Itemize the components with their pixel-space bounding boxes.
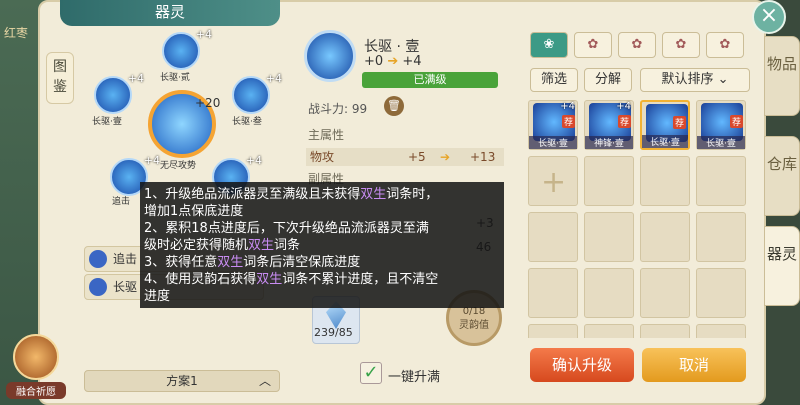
empty-slot [640, 156, 690, 206]
tab-storage[interactable]: 仓库 [764, 136, 800, 216]
tab-items[interactable]: 物品 [764, 36, 800, 116]
empty-slot [696, 324, 746, 338]
tab-codex[interactable]: 图鉴 [46, 52, 74, 104]
empty-slot [696, 156, 746, 206]
filter-tab-all[interactable]: ❀ [530, 32, 568, 58]
fusion-wish-button[interactable]: 融合祈愿 [6, 334, 66, 400]
auto-upgrade-label: 一键升满 [388, 370, 441, 385]
filter-tab-2[interactable]: ✿ [618, 32, 656, 58]
main-attr-row: 物攻 +5 ➔ +13 [306, 148, 504, 166]
spirit-node-label: 长驱·壹 [92, 117, 122, 127]
tab-spirit[interactable]: 器灵 [764, 226, 800, 306]
spirit-grid: +4 荐长驱·壹 +4 荐神锋·壹 荐长驱·壹 荐长驱·壹 + [528, 100, 750, 338]
empty-slot [528, 268, 578, 318]
spirit-node-1[interactable]: +4 [94, 72, 144, 114]
max-level-badge: 已满级 [362, 72, 498, 88]
plan-selector[interactable]: 方案1 ︿ [84, 370, 280, 392]
cancel-button[interactable]: 取消 [642, 348, 746, 382]
arrow-right-icon: ➔ [387, 54, 403, 69]
fusion-icon [13, 334, 59, 380]
empty-slot [696, 268, 746, 318]
auto-upgrade-checkbox[interactable]: ✓ [360, 362, 382, 384]
quality-filter-tabs: ❀ ✿ ✿ ✿ ✿ [530, 32, 750, 58]
sort-dropdown[interactable]: 默认排序 ⌄ [640, 68, 750, 92]
spirit-name: 长驱 · 壹 [364, 39, 420, 55]
arrow-right-icon: ➔ [440, 150, 451, 164]
plus-icon: + [541, 165, 567, 200]
empty-slot [640, 324, 690, 338]
empty-slot [584, 324, 634, 338]
close-button[interactable]: × [752, 0, 786, 34]
background-label: 红枣 [4, 26, 29, 40]
chevron-up-icon: ︿ [258, 374, 271, 388]
empty-slot [640, 268, 690, 318]
soul-stone-count: 239/85 [314, 326, 353, 339]
spirit-node-label: 长驱·叁 [232, 117, 262, 127]
screen-button[interactable]: 筛选 [530, 68, 578, 92]
selected-spirit-icon [304, 30, 356, 82]
guarantee-tooltip: 1、升级绝品流派器灵至满级且未获得双生词条时， 增加1点保底进度 2、累积18点… [140, 182, 504, 308]
grid-item[interactable]: +4 荐神锋·壹 [584, 100, 634, 150]
decompose-button[interactable]: 分解 [584, 68, 632, 92]
empty-slot [584, 268, 634, 318]
filter-tab-3[interactable]: ✿ [662, 32, 700, 58]
add-slot[interactable]: + [528, 156, 578, 206]
spirit-level-change: +0 ➔ +4 [364, 54, 422, 69]
empty-slot [696, 212, 746, 262]
empty-slot [584, 212, 634, 262]
empty-slot [584, 156, 634, 206]
chevron-down-icon: ⌄ [717, 72, 729, 87]
spirit-icon [89, 278, 107, 296]
spirit-node-label: 追击 [112, 197, 131, 207]
close-icon: × [759, 3, 779, 28]
filter-tab-1[interactable]: ✿ [574, 32, 612, 58]
trash-icon[interactable]: 🗑 [384, 96, 404, 116]
grid-item-selected[interactable]: 荐长驱·壹 [640, 100, 690, 150]
center-label: 无尽攻势 [160, 161, 197, 171]
grid-item[interactable]: +4 荐长驱·壹 [528, 100, 578, 150]
empty-slot [640, 212, 690, 262]
spirit-node-2[interactable]: +4 [162, 28, 212, 70]
spirit-node-3[interactable]: +4 [232, 72, 282, 114]
center-level: +20 [195, 96, 221, 110]
empty-slot [528, 324, 578, 338]
power-label: 战斗力: 99 [308, 102, 368, 116]
grid-item[interactable]: 荐长驱·壹 [696, 100, 746, 150]
empty-slot [528, 212, 578, 262]
filter-tab-4[interactable]: ✿ [706, 32, 744, 58]
main-attr-title: 主属性 [308, 128, 345, 142]
confirm-upgrade-button[interactable]: 确认升级 [530, 348, 634, 382]
spirit-icon [89, 250, 107, 268]
window-title: 器灵 [60, 0, 280, 26]
spirit-node-label: 长驱·贰 [160, 73, 190, 83]
